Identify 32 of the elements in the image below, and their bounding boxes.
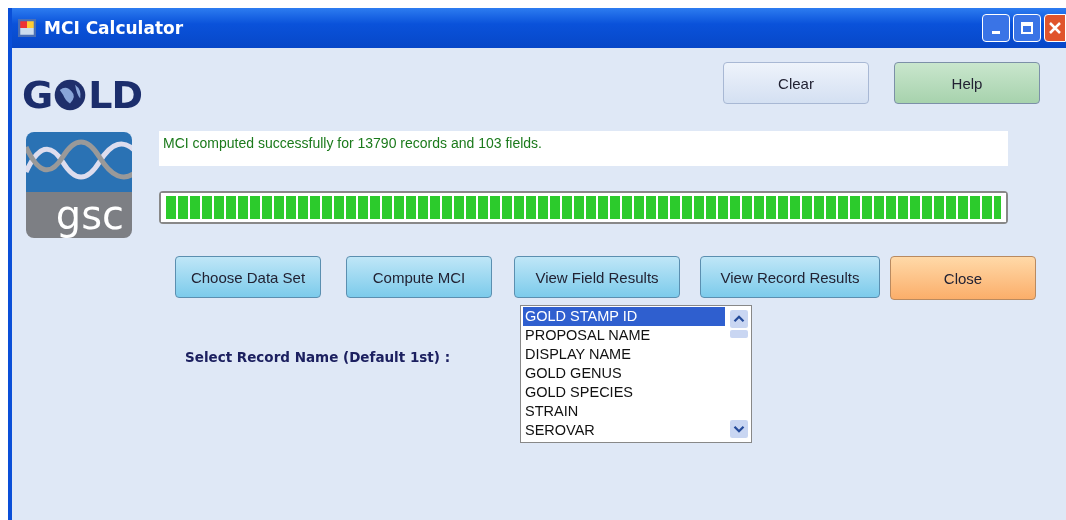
list-item[interactable]: DISPLAY NAME — [523, 345, 725, 364]
list-item[interactable]: GOLD STAMP ID — [523, 307, 725, 326]
help-button[interactable]: Help — [894, 62, 1040, 104]
record-name-label: Select Record Name (Default 1st) : — [185, 349, 452, 365]
scroll-thumb[interactable] — [730, 330, 748, 338]
list-item[interactable]: STRAIN — [523, 402, 725, 421]
app-icon — [18, 19, 36, 37]
list-item[interactable]: PROPOSAL NAME — [523, 326, 725, 345]
action-button[interactable]: View Record Results — [700, 256, 880, 298]
maximize-button[interactable] — [1013, 14, 1041, 42]
list-item[interactable]: SEROVAR — [523, 421, 725, 440]
minimize-button[interactable] — [982, 14, 1010, 42]
clear-button[interactable]: Clear — [723, 62, 869, 104]
action-button[interactable]: Compute MCI — [346, 256, 492, 298]
globe-icon — [53, 78, 88, 112]
action-button[interactable]: View Field Results — [514, 256, 680, 298]
logo-text: LD — [88, 72, 142, 118]
list-item[interactable]: GOLD GENUS — [523, 364, 725, 383]
logo-text: G — [22, 72, 53, 118]
gsc-logo: gsc — [26, 132, 132, 238]
record-list[interactable]: GOLD STAMP ID PROPOSAL NAME DISPLAY NAME GOLD GENUS GOLD SPECIES STRAIN SEROVAR — [520, 305, 752, 443]
scroll-up-icon[interactable] — [730, 310, 748, 328]
scroll-down-icon[interactable] — [730, 420, 748, 438]
close-window-button[interactable] — [1044, 14, 1066, 42]
window-title: MCI Calculator — [44, 18, 184, 38]
close-button[interactable]: Close — [890, 256, 1036, 300]
status-message-field: MCI computed successfully for 13790 records and 103 fields. — [159, 131, 1008, 166]
close-icon — [1048, 21, 1062, 35]
list-item[interactable]: GOLD SPECIES — [523, 383, 725, 402]
maximize-icon — [1020, 21, 1034, 35]
action-button[interactable]: Choose Data Set — [175, 256, 321, 298]
minimize-icon — [992, 30, 1000, 34]
